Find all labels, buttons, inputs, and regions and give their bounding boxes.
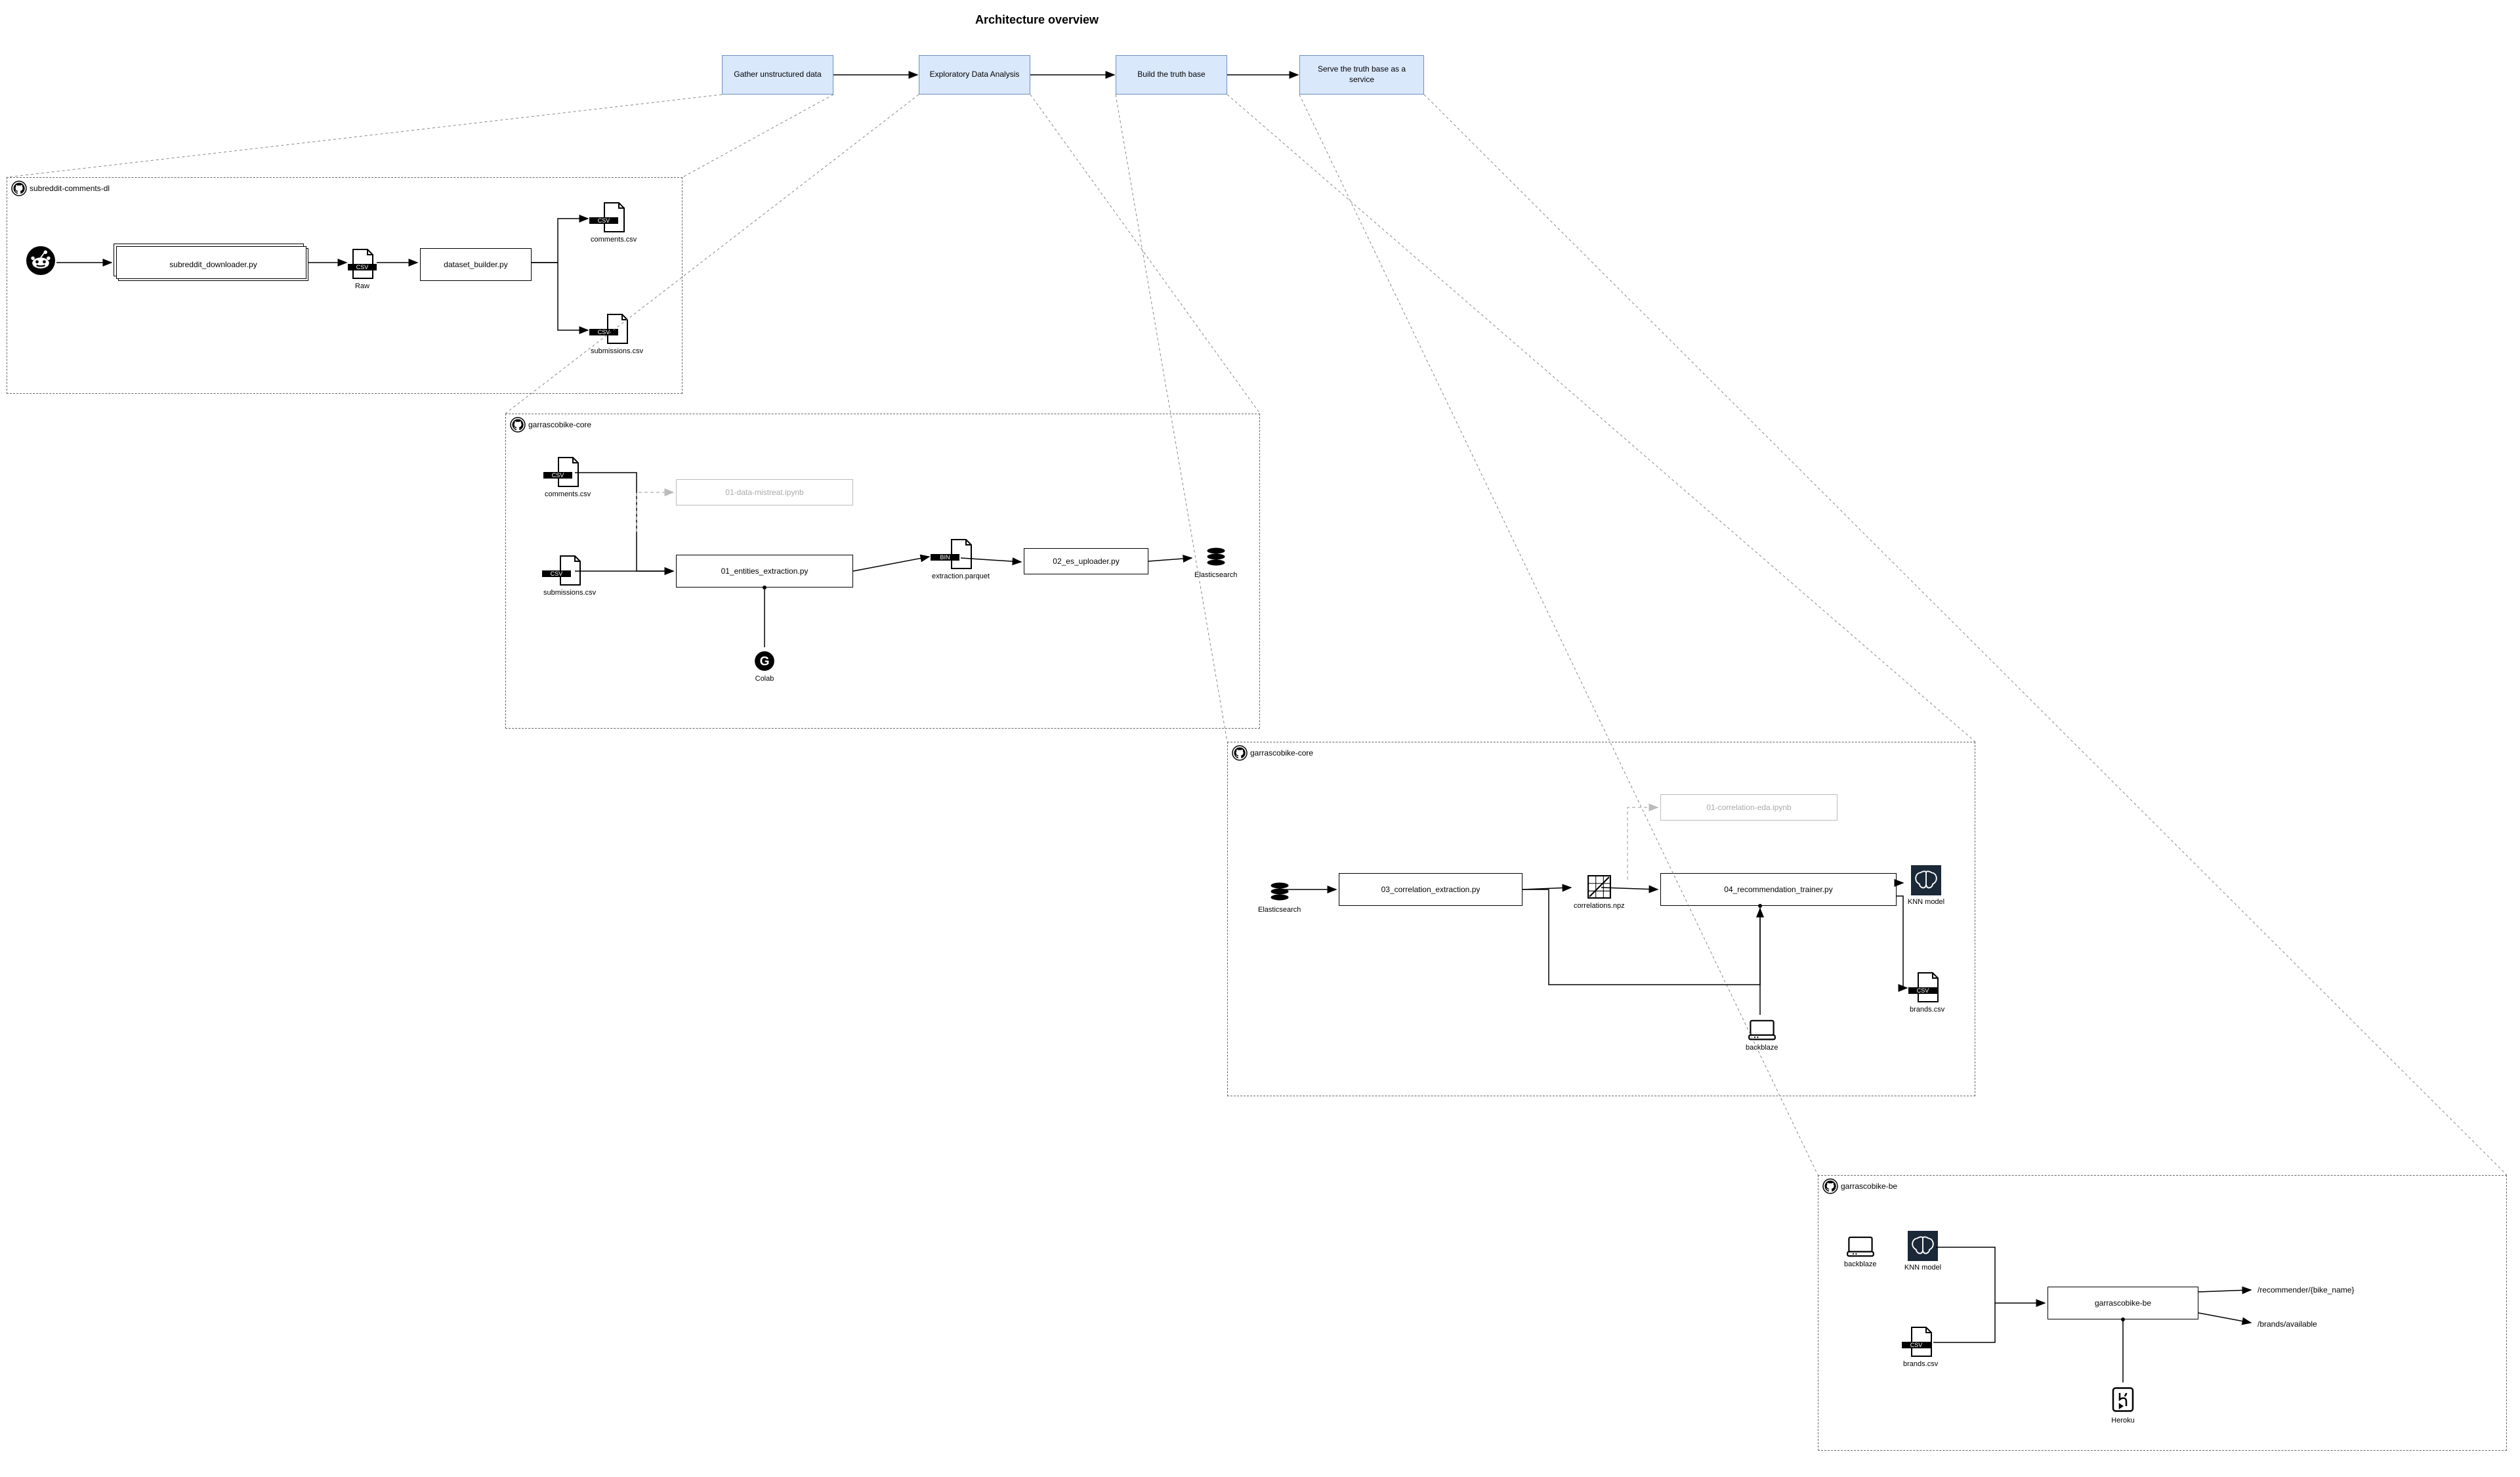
github-icon xyxy=(1822,1178,1838,1194)
group-label: garrascobike-core xyxy=(510,417,591,433)
group-subreddit-comments-dl: subreddit-comments-dl xyxy=(7,177,682,394)
node-garrascobike-be: garrascobike-be xyxy=(2048,1287,2198,1319)
backblaze-icon: backblaze xyxy=(1746,1017,1778,1052)
elasticsearch-icon-2: Elasticsearch xyxy=(1258,880,1301,914)
repo-name: garrascobike-core xyxy=(528,420,591,429)
file-raw: CSV Raw xyxy=(349,248,375,290)
github-icon xyxy=(1232,745,1248,761)
group-label: garrascobike-core xyxy=(1232,745,1313,761)
backblaze-icon-2: backblaze xyxy=(1844,1234,1877,1268)
colab-icon: Colab xyxy=(753,650,776,683)
github-icon xyxy=(11,181,27,196)
heroku-icon: Heroku xyxy=(2110,1385,2136,1424)
stage-eda: Exploratory Data Analysis xyxy=(919,55,1030,95)
group-garrascobike-core-2: garrascobike-core xyxy=(1227,742,1975,1096)
group-label: garrascobike-be xyxy=(1822,1178,1897,1194)
file-brands-csv: CSV brands.csv xyxy=(1910,972,1944,1014)
elasticsearch-icon: Elasticsearch xyxy=(1194,545,1237,579)
node-data-mistreat-notebook: 01-data-mistreat.ipynb xyxy=(676,479,853,505)
file-submissions-csv-2: CSV submissions.csv xyxy=(543,555,596,597)
file-correlations-npz: correlations.npz xyxy=(1574,874,1625,910)
file-brands-csv-2: CSV brands.csv xyxy=(1903,1326,1938,1368)
repo-name: subreddit-comments-dl xyxy=(30,184,110,193)
file-comments-csv: CSV comments.csv xyxy=(591,202,637,244)
stage-build: Build the truth base xyxy=(1116,55,1227,95)
node-subreddit-downloader: subreddit_downloader.py xyxy=(118,248,308,281)
repo-name: garrascobike-be xyxy=(1841,1182,1897,1191)
repo-name: garrascobike-core xyxy=(1250,748,1313,758)
node-recommendation-trainer: 04_recommendation_trainer.py xyxy=(1660,873,1897,906)
stage-serve: Serve the truth base as a service xyxy=(1299,55,1424,95)
file-submissions-csv: CSV submissions.csv xyxy=(591,313,643,355)
file-comments-csv-2: CSV comments.csv xyxy=(545,456,591,498)
node-dataset-builder: dataset_builder.py xyxy=(420,248,532,281)
github-icon xyxy=(510,417,526,433)
node-correlation-extraction: 03_correlation_extraction.py xyxy=(1339,873,1522,906)
api-brands: /brands/available xyxy=(2258,1319,2317,1329)
node-entities-extraction: 01_entities_extraction.py xyxy=(676,555,853,588)
reddit-icon xyxy=(26,246,55,275)
api-recommender: /recommender/{bike_name} xyxy=(2258,1285,2354,1295)
group-label: subreddit-comments-dl xyxy=(11,181,110,196)
knn-model-icon: KNN model xyxy=(1906,865,1946,906)
node-correlation-eda-notebook: 01-correlation-eda.ipynb xyxy=(1660,794,1838,821)
file-extraction-parquet: BIN extraction.parquet xyxy=(932,538,990,580)
knn-model-icon-2: KNN model xyxy=(1903,1231,1942,1272)
stage-gather: Gather unstructured data xyxy=(722,55,833,95)
node-es-uploader: 02_es_uploader.py xyxy=(1024,548,1148,574)
page-title: Architecture overview xyxy=(906,13,1168,27)
